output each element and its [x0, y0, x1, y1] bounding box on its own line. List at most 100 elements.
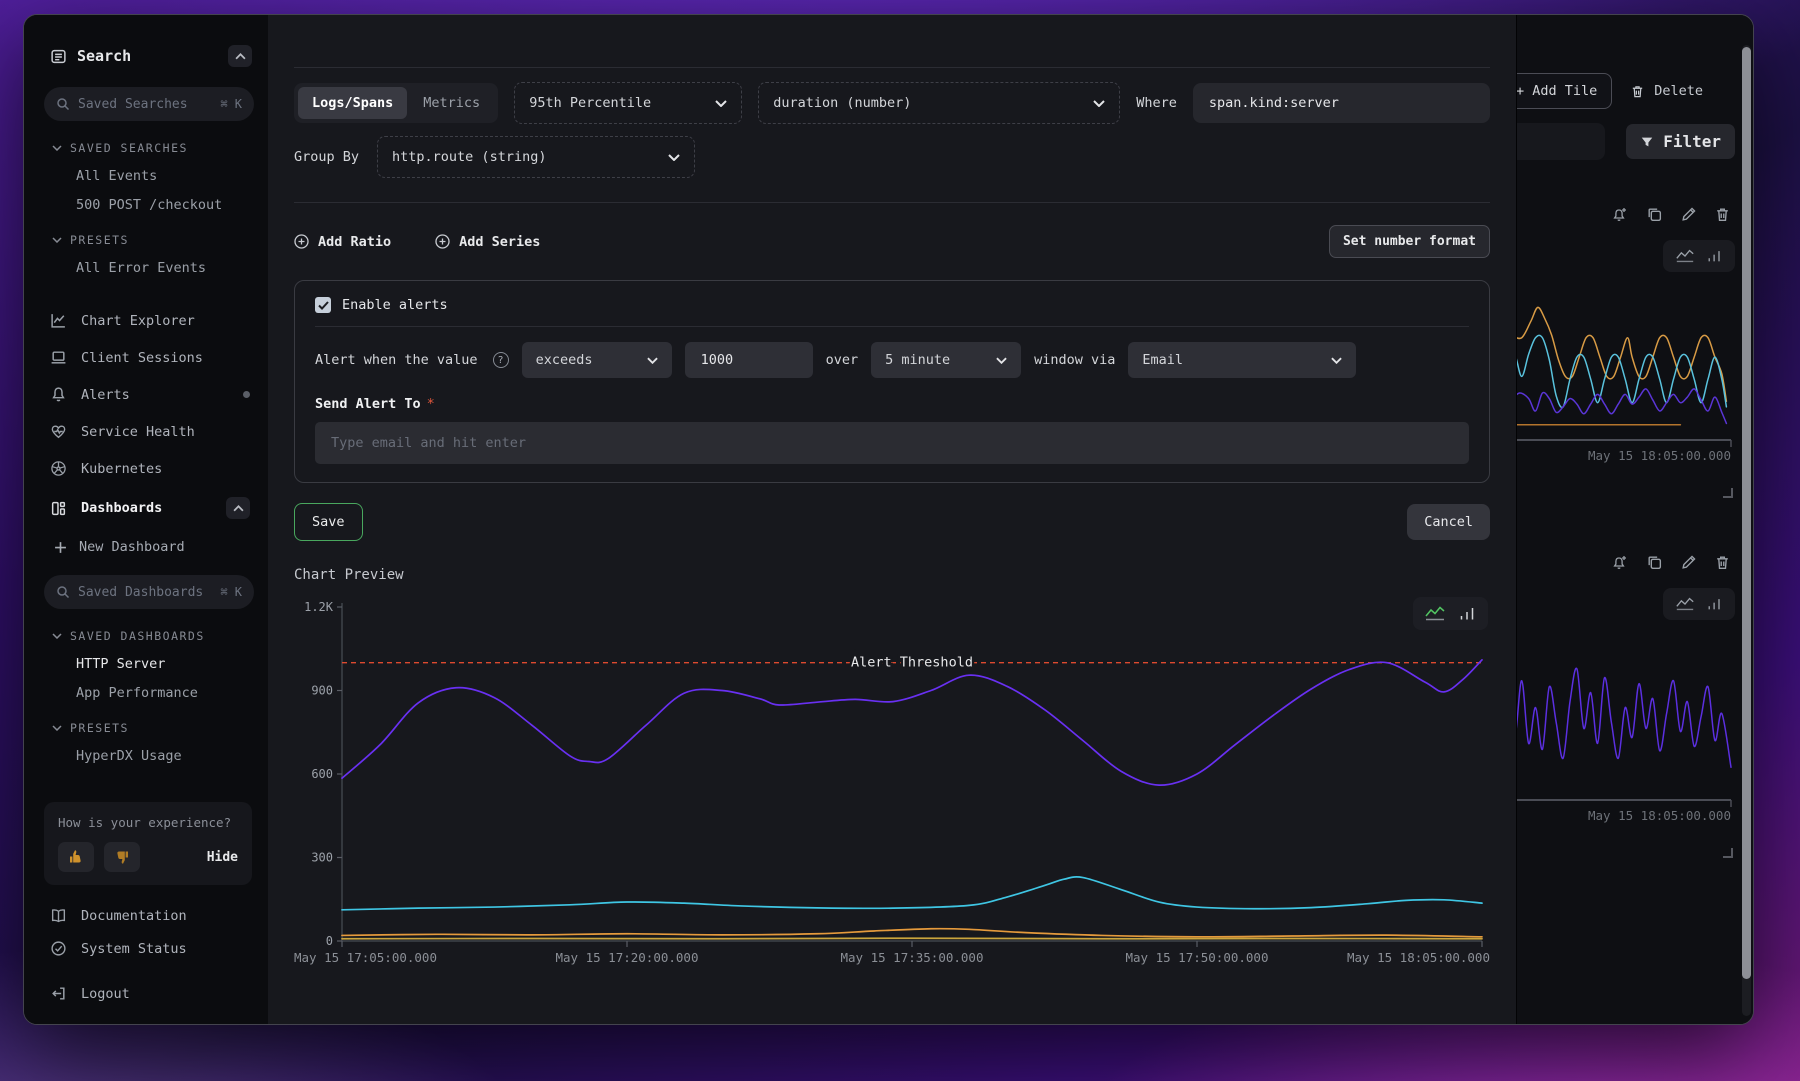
filter-button[interactable]: Filter [1626, 124, 1735, 159]
tile-chart: May 15 18:05:00.000 [1517, 278, 1735, 466]
add-alert-bell-icon[interactable] [1611, 206, 1629, 224]
sidebar-item-service-health[interactable]: Service Health [44, 413, 254, 450]
collapse-dashboards-button[interactable] [226, 497, 250, 519]
chart-preview: 03006009001.2KMay 15 17:05:00.000May 15 … [294, 593, 1490, 975]
sidebar-item-client-sessions[interactable]: Client Sessions [44, 339, 254, 376]
time-range-input[interactable] [1517, 123, 1605, 160]
thumbs-down-button[interactable] [104, 842, 140, 872]
saved-search-item[interactable]: 500 POST /checkout [76, 197, 254, 213]
sidebar-item-dashboards[interactable]: Dashboards [44, 487, 254, 529]
alerts-unread-dot [243, 391, 250, 398]
bell-icon [50, 386, 67, 403]
edit-pencil-icon[interactable] [1680, 206, 1697, 223]
svg-text:May 15 18:05:00.000: May 15 18:05:00.000 [1347, 950, 1490, 965]
enable-alerts-label: Enable alerts [342, 297, 448, 313]
line-chart-toggle-icon[interactable] [1675, 248, 1695, 264]
over-label: over [826, 352, 859, 368]
sidebar-item-alerts[interactable]: Alerts [44, 376, 254, 413]
tile-editor: Logs/Spans Metrics 95th Percentile durat… [268, 15, 1517, 1024]
check-icon [318, 301, 329, 310]
alert-when-label: Alert when the value [315, 352, 478, 368]
search-presets-section-header[interactable]: PRESETS [52, 233, 254, 247]
svg-text:May 15 18:05:00.000: May 15 18:05:00.000 [1588, 808, 1731, 823]
plus-circle-icon [435, 234, 450, 249]
check-circle-icon [50, 940, 67, 957]
dashboard-preset-item[interactable]: HyperDX Usage [76, 748, 254, 764]
dashboard-presets-section-header[interactable]: PRESETS [52, 721, 254, 735]
where-input[interactable] [1193, 83, 1490, 123]
aggregation-select[interactable]: 95th Percentile [514, 82, 742, 124]
add-series-button[interactable]: Add Series [435, 234, 540, 250]
saved-searches-section-header[interactable]: SAVED SEARCHES [52, 141, 254, 155]
search-icon [56, 585, 70, 599]
saved-dashboard-item[interactable]: HTTP Server [76, 656, 254, 672]
heart-pulse-icon [50, 423, 67, 440]
add-tile-button[interactable]: + Add Tile [1517, 73, 1612, 109]
divider [294, 67, 1490, 68]
duplicate-icon[interactable] [1646, 554, 1663, 571]
laptop-icon [50, 349, 67, 366]
new-dashboard-button[interactable]: New Dashboard [54, 533, 254, 561]
alert-condition-select[interactable]: exceeds [522, 342, 672, 378]
saved-dashboard-item[interactable]: App Performance [76, 685, 254, 701]
where-label: Where [1136, 95, 1177, 111]
saved-dashboards-section-header[interactable]: SAVED DASHBOARDS [52, 629, 254, 643]
saved-search-item[interactable]: All Events [76, 168, 254, 184]
bar-chart-toggle-icon[interactable] [1707, 596, 1723, 612]
svg-text:1.2K: 1.2K [304, 600, 334, 614]
alert-email-input[interactable] [315, 422, 1469, 464]
search-preset-item[interactable]: All Error Events [76, 260, 254, 276]
alert-channel-select[interactable]: Email [1128, 342, 1356, 378]
chevron-down-icon [1093, 100, 1105, 107]
chart-type-toggle [1663, 240, 1735, 272]
scrollbar-thumb[interactable] [1742, 47, 1751, 979]
chevron-up-icon [233, 505, 244, 512]
svg-text:600: 600 [311, 767, 333, 781]
sidebar-item-logout[interactable]: Logout [44, 977, 254, 1010]
field-select[interactable]: duration (number) [758, 82, 1120, 124]
help-icon[interactable]: ? [493, 352, 509, 368]
edit-pencil-icon[interactable] [1680, 554, 1697, 571]
chevron-down-icon [52, 145, 62, 151]
sidebar-item-system-status[interactable]: System Status [44, 932, 254, 965]
line-chart-toggle-icon[interactable] [1424, 605, 1446, 622]
thumbs-up-button[interactable] [58, 842, 94, 872]
trash-icon [1630, 84, 1645, 99]
scrollbar[interactable] [1742, 45, 1751, 1016]
app-window: Search Saved Searches ⌘ K SAVED SEARCHES… [23, 14, 1754, 1025]
alert-window-select[interactable]: 5 minute [871, 342, 1021, 378]
cancel-button[interactable]: Cancel [1407, 504, 1490, 540]
set-number-format-button[interactable]: Set number format [1329, 225, 1490, 258]
tile-actions [1517, 554, 1735, 572]
add-ratio-button[interactable]: Add Ratio [294, 234, 391, 250]
feedback-question: How is your experience? [58, 815, 238, 830]
tab-logs-spans[interactable]: Logs/Spans [298, 87, 407, 119]
collapse-search-button[interactable] [228, 45, 252, 67]
sidebar-item-chart-explorer[interactable]: Chart Explorer [44, 302, 254, 339]
required-asterisk: * [427, 396, 435, 412]
bar-chart-toggle-icon[interactable] [1707, 248, 1723, 264]
resize-handle[interactable] [1723, 848, 1733, 858]
duplicate-icon[interactable] [1646, 206, 1663, 223]
sidebar-item-kubernetes[interactable]: Kubernetes [44, 450, 254, 487]
feedback-hide-button[interactable]: Hide [207, 850, 238, 865]
logout-icon [50, 985, 67, 1002]
alert-threshold-input[interactable] [685, 342, 813, 378]
add-alert-bell-icon[interactable] [1611, 554, 1629, 572]
group-by-select[interactable]: http.route (string) [377, 136, 695, 178]
delete-dashboard-button[interactable]: Delete [1624, 74, 1709, 108]
enable-alerts-checkbox[interactable] [315, 297, 331, 313]
saved-dashboards-input[interactable]: Saved Dashboards ⌘ K [44, 575, 254, 609]
saved-searches-input[interactable]: Saved Searches ⌘ K [44, 87, 254, 121]
trash-icon[interactable] [1714, 554, 1731, 571]
svg-text:900: 900 [311, 684, 333, 698]
alert-settings-card: Enable alerts Alert when the value ? exc… [294, 280, 1490, 483]
sidebar-item-documentation[interactable]: Documentation [44, 899, 254, 932]
line-chart-toggle-icon[interactable] [1675, 596, 1695, 612]
save-button[interactable]: Save [294, 503, 363, 541]
bar-chart-toggle-icon[interactable] [1459, 605, 1477, 622]
tab-metrics[interactable]: Metrics [409, 87, 494, 119]
trash-icon[interactable] [1714, 206, 1731, 223]
resize-handle[interactable] [1723, 488, 1733, 498]
tile-chart: May 15 18:05:00.000 [1517, 626, 1735, 826]
